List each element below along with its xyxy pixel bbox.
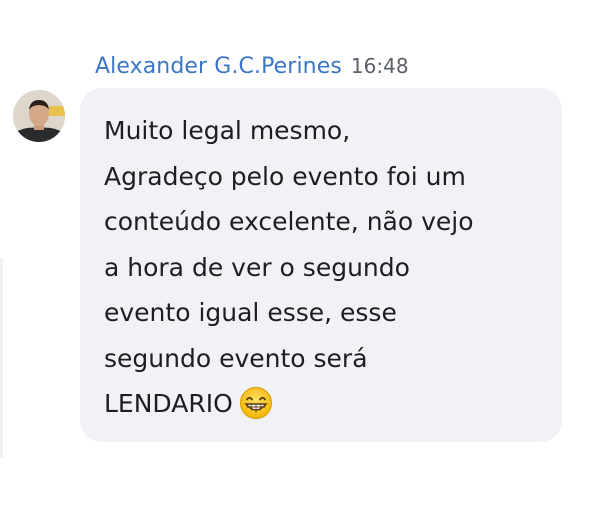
message-line: Muito legal mesmo,: [104, 116, 351, 145]
message-line: Agradeço pelo evento foi um: [104, 161, 466, 191]
avatar[interactable]: [13, 90, 65, 142]
message-line-last: LENDARIO: [104, 381, 542, 435]
chat-view: Alexander G.C.Perines 16:48 Muito legal …: [0, 0, 597, 509]
grinning-face-icon: [239, 386, 273, 435]
left-panel-edge: [0, 258, 3, 458]
message-line: segundo evento será: [104, 343, 368, 373]
message-line-text: LENDARIO: [104, 389, 233, 418]
message-header: Alexander G.C.Perines 16:48: [95, 54, 409, 79]
message-line: evento igual esse, esse: [104, 298, 397, 327]
sender-name[interactable]: Alexander G.C.Perines: [95, 54, 342, 79]
message-line: a hora de ver o segundo: [104, 252, 410, 282]
message-bubble[interactable]: Muito legal mesmo, Agradeço pelo evento …: [80, 88, 562, 442]
avatar-photo-icon: [13, 90, 65, 142]
message-timestamp: 16:48: [350, 54, 409, 78]
message-line: conteúdo excelente, não vejo: [104, 207, 474, 236]
